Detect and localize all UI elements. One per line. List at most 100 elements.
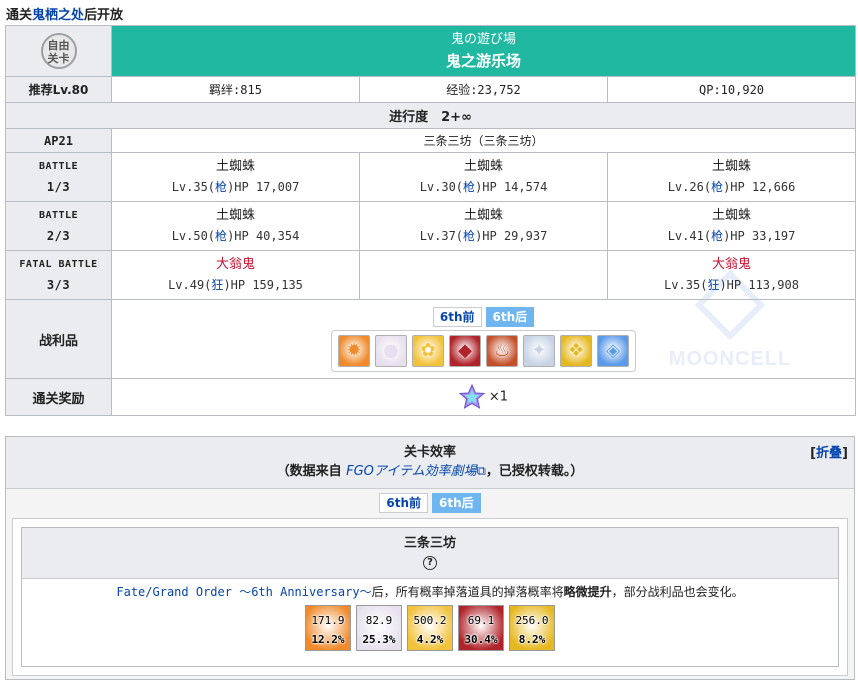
enemy-level: Lv.26( xyxy=(667,180,712,194)
item-drop-rate: 12.2% xyxy=(311,633,345,646)
boss-enemy-name: 大翁鬼 xyxy=(215,257,255,272)
unlock-quest-link[interactable]: 鬼栖之处 xyxy=(32,8,84,23)
item-glyph: ✦ xyxy=(531,340,547,361)
source-suffix: ，已授权转载。） xyxy=(485,464,584,479)
enemy-hp: )HP 113,908 xyxy=(719,278,799,292)
gold-gem-icon[interactable]: 256.0 8.2% xyxy=(509,605,555,651)
tab-6th-before[interactable]: 6th前 xyxy=(432,306,482,327)
enemy-class-link[interactable]: 枪 xyxy=(215,180,227,194)
item-glyph: ✿ xyxy=(420,340,436,361)
quest-title-cn: 鬼之游乐场 xyxy=(446,52,522,70)
free-quest-badge-icon: 自由 关卡 xyxy=(40,33,77,69)
boss-enemy-name: 大翁鬼 xyxy=(712,257,752,272)
enemy-level: Lv.50( xyxy=(171,229,216,243)
battle-label-title: BATTLE xyxy=(38,161,79,172)
clear-reward-label: 通关奖励 xyxy=(5,378,112,416)
enemy-cell: 土蜘蛛 Lv.41(枪)HP 33,197 xyxy=(606,201,857,251)
item-glyph: ♨ xyxy=(493,340,511,361)
battle-label-wave: 3/3 xyxy=(46,278,71,292)
help-icon[interactable]: ? xyxy=(423,556,437,570)
enemy-hp: )HP 159,135 xyxy=(223,278,303,292)
pearl-icon[interactable]: ● xyxy=(375,334,408,367)
fire-orb-icon[interactable]: 171.9 12.2% xyxy=(305,605,351,651)
battle-label-title: FATAL BATTLE xyxy=(19,259,98,270)
enemy-level: Lv.30( xyxy=(419,180,464,194)
enemy-class-link[interactable]: 枪 xyxy=(711,229,723,243)
gold-flower-icon[interactable]: 500.2 4.2% xyxy=(407,605,453,651)
efficiency-source: （数据来自 FGOアイテム効率劇場⧉，已授权转载。） xyxy=(6,462,854,482)
gold-flower-icon[interactable]: ✿ xyxy=(412,334,445,367)
battle-label-wave: 1/3 xyxy=(46,180,71,194)
tab-6th-after[interactable]: 6th后 xyxy=(485,306,535,327)
enemy-hp: )HP 29,937 xyxy=(475,229,548,243)
red-gem-icon[interactable]: 69.1 30.4% xyxy=(458,605,504,651)
enemy-name: 土蜘蛛 xyxy=(215,208,255,223)
tab-6th-before[interactable]: 6th前 xyxy=(379,493,428,513)
enemy-name: 土蜘蛛 xyxy=(215,159,255,174)
efficiency-tabs: 6th前 6th后 xyxy=(6,489,854,515)
source-link-text: FGOアイテム効率劇場 xyxy=(346,464,477,479)
enemy-hp: )HP 12,666 xyxy=(723,180,796,194)
red-gem-icon[interactable]: ◆ xyxy=(449,334,482,367)
notice-emphasis: 略微提升 xyxy=(563,585,612,599)
enemy-stats: Lv.41(枪)HP 33,197 xyxy=(608,226,855,246)
battle-label-title: BATTLE xyxy=(38,210,79,221)
efficiency-header: 关卡效率 （数据来自 FGOアイテム効率劇場⧉，已授权转载。） [折叠] xyxy=(6,437,854,489)
item-ap-efficiency: 69.1 xyxy=(467,614,495,627)
exp-value: 经验:23,752 xyxy=(359,76,608,103)
enemy-stats: Lv.35(狂)HP 113,908 xyxy=(608,275,855,295)
enemy-level: Lv.49( xyxy=(168,278,212,292)
unlock-prefix: 通关 xyxy=(6,8,33,23)
saint-quartz-star-icon[interactable] xyxy=(459,384,486,410)
badge-text-1: 自由 xyxy=(47,39,70,52)
item-drop-rate: 8.2% xyxy=(518,633,546,646)
enemy-class-link[interactable]: 枪 xyxy=(463,229,475,243)
ember-icon[interactable]: ♨ xyxy=(486,334,519,367)
unlock-condition: 通关鬼栖之处后开放 xyxy=(6,4,123,23)
pearl-icon[interactable]: 82.9 25.3% xyxy=(356,605,402,651)
blue-crystal-icon[interactable]: ◈ xyxy=(597,334,630,367)
enemy-cell: 土蜘蛛 Lv.26(枪)HP 12,666 xyxy=(606,152,857,202)
item-glyph: ◈ xyxy=(606,340,620,361)
source-link[interactable]: FGOアイテム効率劇場⧉ xyxy=(346,464,486,479)
collapse-toggle: [折叠] xyxy=(810,446,848,461)
enemy-cell: 土蜘蛛 Lv.30(枪)HP 14,574 xyxy=(359,152,608,202)
drop-items-list: ✹ ● ✿ ◆ ♨ ✦ ❖ ◈ xyxy=(331,329,637,372)
enemy-cell: 土蜘蛛 Lv.37(枪)HP 29,937 xyxy=(359,201,608,251)
enemy-level: Lv.41( xyxy=(667,229,712,243)
enemy-hp: )HP 17,007 xyxy=(227,180,300,194)
battle-row: BATTLE 1/3 土蜘蛛 Lv.35(枪)HP 17,007 土蜘蛛 Lv.… xyxy=(5,152,857,202)
drop-rate-notice: Fate/Grand Order ～6th Anniversary～后，所有概率… xyxy=(22,579,838,605)
enemy-cell: 大翁鬼 Lv.49(狂)HP 159,135 xyxy=(111,250,360,300)
enemy-class-link[interactable]: 枪 xyxy=(711,180,723,194)
item-ap-efficiency: 82.9 xyxy=(365,614,393,627)
tab-6th-after[interactable]: 6th后 xyxy=(432,493,481,513)
item-glyph: ✹ xyxy=(346,340,362,361)
collapse-button[interactable]: 折叠 xyxy=(816,446,842,461)
item-glyph: ● xyxy=(383,340,399,361)
quest-title-jp: 鬼の遊び場 xyxy=(451,32,517,47)
efficiency-title: 关卡效率 xyxy=(403,445,456,460)
enemy-stats: Lv.30(枪)HP 14,574 xyxy=(360,177,607,197)
enemy-stats: Lv.35(枪)HP 17,007 xyxy=(112,177,359,197)
silver-shard-icon[interactable]: ✦ xyxy=(523,334,556,367)
battle-label: BATTLE 2/3 xyxy=(5,201,112,251)
qp-value: QP:10,920 xyxy=(606,76,857,103)
item-glyph: ◆ xyxy=(458,340,472,361)
enemy-class-link[interactable]: 枪 xyxy=(215,229,227,243)
enemy-class-link[interactable]: 狂 xyxy=(707,278,719,292)
enemy-class-link[interactable]: 枪 xyxy=(463,180,475,194)
enemy-cell-empty xyxy=(359,250,608,300)
fire-orb-icon[interactable]: ✹ xyxy=(338,334,371,367)
enemy-name: 土蜘蛛 xyxy=(712,159,752,174)
quest-title-cell: 鬼の遊び場 鬼之游乐场 xyxy=(110,25,857,77)
gold-gem-icon[interactable]: ❖ xyxy=(560,334,593,367)
enemy-level: Lv.37( xyxy=(419,229,464,243)
item-glyph: ❖ xyxy=(567,340,585,361)
enemy-class-link[interactable]: 狂 xyxy=(211,278,223,292)
ap-cost: AP21 xyxy=(5,128,112,153)
efficiency-panel: 关卡效率 （数据来自 FGOアイテム効率劇場⧉，已授权转载。） [折叠] 6th… xyxy=(5,436,855,680)
enemy-cell: 土蜘蛛 Lv.35(枪)HP 17,007 xyxy=(111,152,360,202)
enemy-hp: )HP 33,197 xyxy=(723,229,796,243)
enemy-stats: Lv.37(枪)HP 29,937 xyxy=(360,226,607,246)
